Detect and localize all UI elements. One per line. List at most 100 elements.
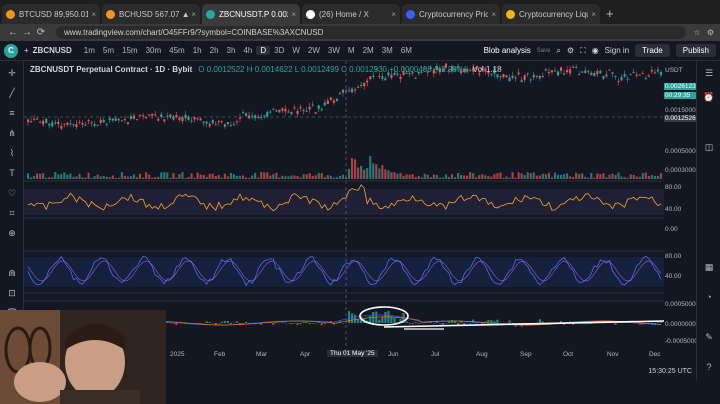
text-tool-icon[interactable]: T	[5, 167, 19, 179]
browser-tab[interactable]: Cryptocurrency Liquidation×	[502, 4, 600, 24]
ideas-icon[interactable]: ✎	[702, 331, 716, 343]
browser-tab[interactable]: Cryptocurrency Prices, Chart×	[402, 4, 500, 24]
volume-bar	[547, 172, 550, 179]
utc-clock[interactable]: 15:30:25 UTC	[648, 368, 692, 375]
candle-body	[163, 119, 166, 122]
signin-link[interactable]: Sign in	[605, 46, 629, 55]
extensions-icon[interactable]: ⚙	[707, 28, 714, 37]
new-tab-icon[interactable]: +	[606, 6, 614, 21]
volume-bar	[575, 172, 578, 179]
browser-tab[interactable]: BTCUSD 89,950.01 ▲ +2.39%×	[2, 4, 100, 24]
volume-bar	[472, 173, 475, 179]
volume-bar	[126, 176, 130, 179]
candle-body	[599, 70, 602, 74]
candle-body	[42, 120, 45, 125]
volume-bar	[626, 177, 629, 179]
browser-tab[interactable]: ZBCNUSDT.P 0.0026123 ▲×	[202, 4, 300, 24]
tab-favicon-icon	[306, 9, 315, 19]
close-tab-icon[interactable]: ×	[491, 10, 496, 19]
symbol-search[interactable]: ZBCNUSD	[33, 46, 72, 55]
volume-bar	[526, 172, 529, 179]
volume-bar	[284, 176, 287, 179]
timeframe-5m[interactable]: 5m	[99, 46, 118, 55]
macd-histogram-bar	[384, 311, 387, 323]
timeframe-3M[interactable]: 3M	[378, 46, 397, 55]
volume-bar	[553, 172, 557, 179]
timeframe-1m[interactable]: 1m	[80, 46, 99, 55]
help-icon[interactable]: ?	[702, 361, 716, 373]
close-tab-icon[interactable]: ×	[91, 10, 96, 19]
layout-name[interactable]: Blob analysis	[484, 46, 531, 55]
forward-icon[interactable]: →	[20, 27, 34, 38]
timeframe-15m[interactable]: 15m	[118, 46, 142, 55]
close-tab-icon[interactable]: ×	[191, 10, 196, 19]
reload-icon[interactable]: ⟳	[34, 27, 48, 38]
timeframe-3D[interactable]: 3D	[270, 46, 288, 55]
publish-button[interactable]: Publish	[675, 44, 716, 57]
volume-bar	[214, 175, 217, 179]
candle-body	[378, 75, 381, 77]
ruler-icon[interactable]: ⌗	[5, 207, 19, 219]
macd-histogram-bar	[444, 323, 448, 324]
patterns-icon[interactable]: ⌇	[5, 147, 19, 159]
snapshot-icon[interactable]: ◉	[592, 46, 599, 55]
search-icon[interactable]: ⌕	[556, 46, 560, 56]
trend-line-icon[interactable]: ╱	[5, 87, 19, 99]
macd-histogram-bar	[293, 323, 296, 324]
alerts-icon[interactable]: ⏰	[702, 91, 716, 103]
close-tab-icon[interactable]: ×	[291, 10, 296, 19]
timeframe-3W[interactable]: 3W	[324, 46, 344, 55]
browser-tab-strip: BTCUSD 89,950.01 ▲ +2.39%×BCHUSD 567.07 …	[0, 0, 720, 24]
notifications-icon[interactable]: ◔	[702, 291, 716, 303]
currency-label[interactable]: USDT	[664, 67, 696, 74]
timeframe-30m[interactable]: 30m	[142, 46, 166, 55]
volume-bar	[157, 176, 160, 179]
back-icon[interactable]: ←	[6, 27, 20, 38]
timeframe-2W[interactable]: 2W	[304, 46, 324, 55]
heart-icon[interactable]: ♡	[5, 187, 19, 199]
browser-tab[interactable]: (26) Home / X ×	[302, 4, 400, 24]
star-icon[interactable]: ☆	[694, 28, 701, 37]
volume-bar	[453, 177, 457, 179]
timeframe-2M[interactable]: 2M	[359, 46, 378, 55]
timeframe-W[interactable]: W	[288, 46, 304, 55]
timeframe-4h[interactable]: 4h	[239, 46, 256, 55]
browser-tab[interactable]: BCHUSD 567.07 ▲ +3.84%×	[102, 4, 200, 24]
trade-button[interactable]: Trade	[635, 44, 670, 57]
add-symbol-icon[interactable]: +	[24, 46, 29, 55]
crosshair-icon[interactable]: ✛	[5, 67, 19, 79]
watchlist-icon[interactable]: ☰	[702, 67, 716, 79]
timeframe-D[interactable]: D	[256, 46, 271, 55]
magnet-icon[interactable]: ⋒	[5, 267, 19, 279]
price-axis[interactable]: 0.0026123 00:29:35 0.0015000 0.0012526 0.000…	[664, 61, 698, 361]
zoom-icon[interactable]: ⊕	[5, 227, 19, 239]
tab-title: Cryptocurrency Liquidation	[519, 9, 588, 19]
timeframe-1h[interactable]: 1h	[189, 46, 206, 55]
price-label: 80.00	[665, 184, 682, 191]
timeframe-45m[interactable]: 45m	[165, 46, 189, 55]
calendar-icon[interactable]: ▦	[702, 261, 716, 273]
timeframe-6M[interactable]: 6M	[397, 46, 416, 55]
legend-symbol[interactable]: ZBCNUSDT Perpetual Contract · 1D · Bybit	[30, 65, 192, 74]
close-tab-icon[interactable]: ×	[391, 10, 396, 19]
timeframe-M[interactable]: M	[344, 46, 359, 55]
chat-icon[interactable]: ◫	[702, 141, 716, 153]
pitchfork-icon[interactable]: ⋔	[5, 127, 19, 139]
volume-bar	[36, 173, 39, 179]
macd-histogram-bar	[344, 322, 348, 324]
horizontal-lines-icon[interactable]: ≡	[5, 107, 19, 119]
user-avatar[interactable]: C	[4, 43, 18, 58]
timeframe-3h[interactable]: 3h	[223, 46, 240, 55]
candle-body	[357, 86, 360, 88]
fullscreen-icon[interactable]: ⛶	[580, 46, 586, 56]
volume-bar	[338, 175, 342, 179]
volume-bar	[45, 177, 48, 179]
volume-bar	[569, 176, 572, 179]
volume-bar	[417, 176, 420, 179]
lock-icon[interactable]: ⊡	[5, 287, 19, 299]
settings-icon[interactable]: ⚙	[567, 46, 574, 55]
close-tab-icon[interactable]: ×	[591, 10, 596, 19]
timeframe-2h[interactable]: 2h	[206, 46, 223, 55]
candle-body	[305, 110, 308, 112]
url-field[interactable]: www.tradingview.com/chart/O45FFr9/?symbo…	[56, 26, 686, 39]
